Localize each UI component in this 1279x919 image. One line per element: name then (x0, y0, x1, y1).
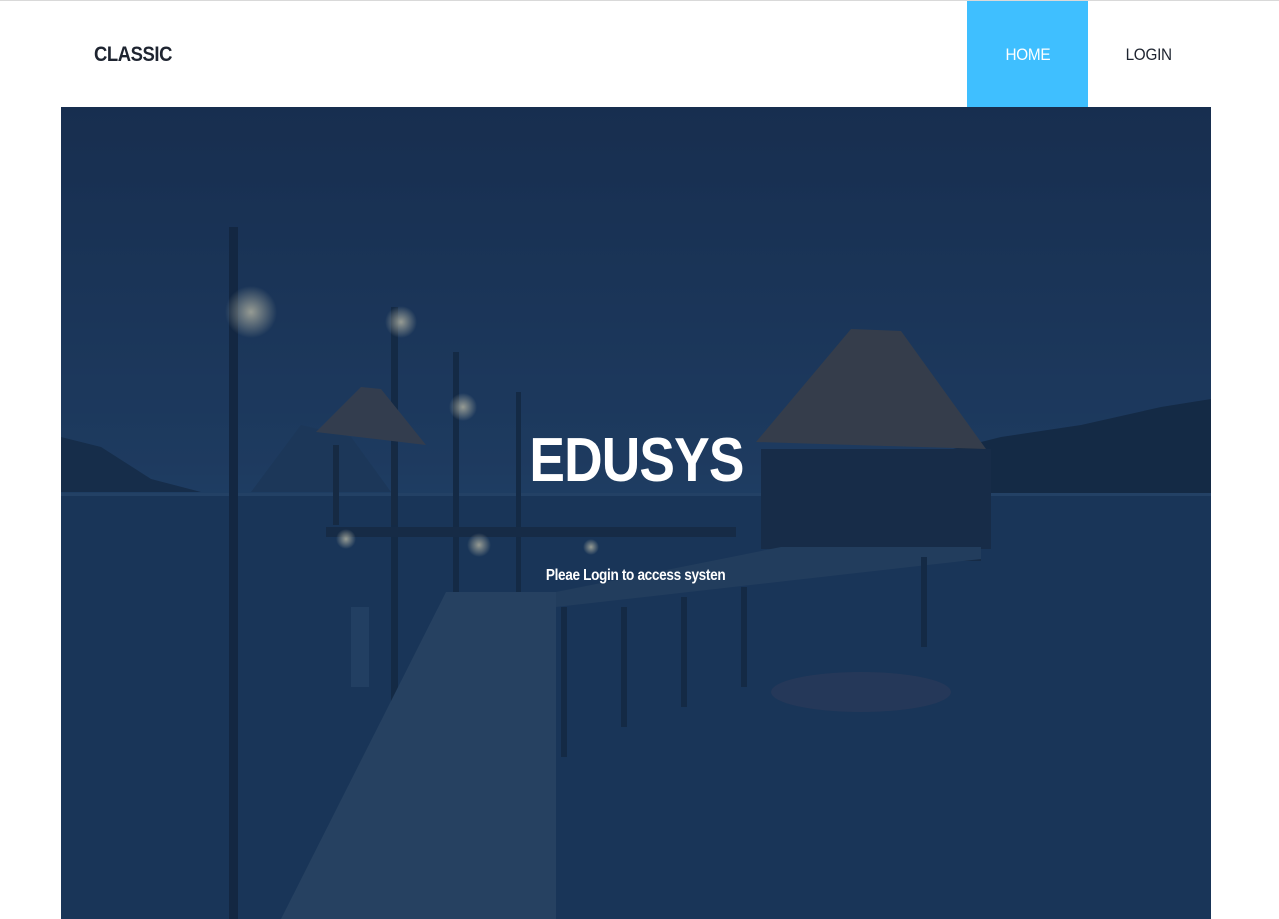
main-nav: HOME LOGIN (967, 1, 1279, 108)
brand-logo[interactable]: CLASSIC (94, 43, 172, 67)
hero-subtitle: Pleae Login to access systen (546, 567, 726, 584)
nav-home-link[interactable]: HOME (967, 1, 1088, 108)
nav-login-link[interactable]: LOGIN (1088, 1, 1209, 108)
nav-home-label: HOME (1005, 44, 1050, 64)
top-navbar: CLASSIC HOME LOGIN (0, 0, 1279, 108)
hero-dark-overlay (61, 107, 1211, 919)
hero-banner: EDUSYS Pleae Login to access systen (61, 107, 1211, 919)
nav-login-label: LOGIN (1125, 44, 1172, 64)
hero-title: EDUSYS (528, 426, 744, 495)
